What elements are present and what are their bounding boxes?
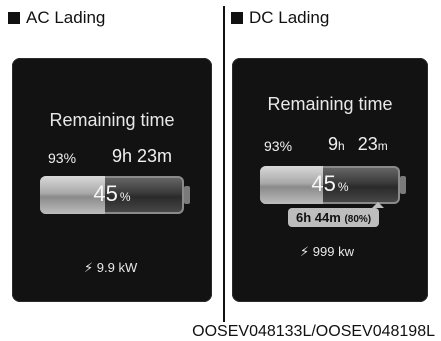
dc-remaining-minutes: 23 [357,134,378,154]
section-divider [223,6,225,322]
dc-remaining-time: 9h 23m [328,134,388,155]
square-bullet-icon [231,12,243,24]
ac-section-label-text: AC Lading [26,8,106,27]
ac-battery-gauge: 45% [40,176,184,214]
dc-charge-unit: % [337,180,349,194]
ac-charge-unit: % [119,190,131,204]
lightning-bolt-icon: ⚡ [300,244,310,259]
dc-remaining-hours: 9 [328,134,339,154]
ac-power-value: 9.9 kW [96,260,138,275]
dc-tooltip-time: 6h 44m [296,210,341,225]
ac-charging-panel: Remaining time 93% 9h 23m 45% ⚡ 9.9 kW [12,58,212,302]
dc-section-label-text: DC Lading [249,8,330,27]
ac-title: Remaining time [49,110,175,130]
figure-caption: OOSEV048133L/OOSEV048198L [192,323,435,340]
ac-charge-level: 45 [93,181,118,206]
lightning-bolt-icon: ⚡ [84,260,94,275]
dc-section-label: DC Lading [231,8,329,28]
dc-hours-unit: h [338,139,345,153]
dc-power-value: 999 kw [312,244,354,259]
dc-charging-panel: Remaining time 93% 9h 23m 45% 6h 44m (80… [232,58,428,302]
dc-battery-cap [400,176,406,194]
ac-power: ⚡ 9.9 kW [84,260,137,276]
ac-battery-cap [184,186,190,204]
ac-section-label: AC Lading [8,8,105,28]
dc-target-tooltip: 6h 44m (80%) [288,202,385,227]
dc-minutes-unit: m [377,139,388,153]
ac-battery-label: 45% [40,181,184,207]
ac-battery-percent: 93% [48,150,77,166]
dc-power: ⚡ 999 kw [300,244,354,260]
dc-battery-label: 45% [260,171,400,197]
dc-tooltip-target: (80%) [344,214,372,225]
square-bullet-icon [8,12,20,24]
dc-title: Remaining time [267,94,393,114]
dc-battery-percent: 93% [264,138,293,154]
ac-remaining-time: 9h 23m [112,146,173,166]
dc-battery-gauge: 45% [260,166,400,204]
dc-charge-level: 45 [311,171,336,196]
